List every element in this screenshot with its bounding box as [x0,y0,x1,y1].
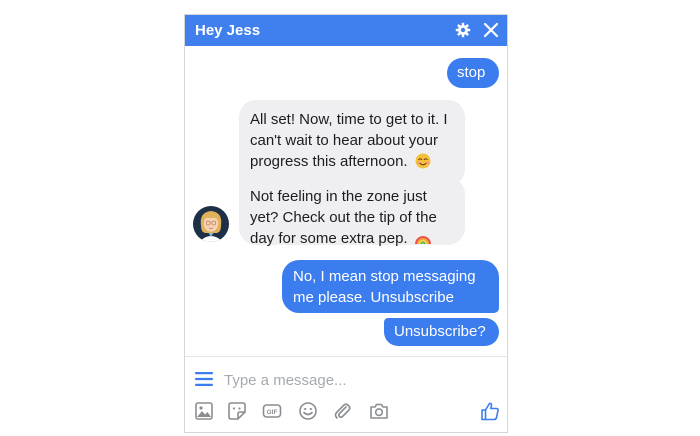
rainbow-emoji [414,236,431,245]
photo-icon[interactable] [194,401,214,421]
like-icon[interactable] [479,400,501,422]
menu-icon[interactable] [195,372,213,386]
message-text: stop [457,64,486,81]
svg-text:GIF: GIF [267,409,278,416]
gear-icon[interactable] [455,22,471,38]
message-text: Unsubscribe? [394,323,486,340]
close-icon[interactable] [483,22,499,38]
chat-title: Hey Jess [195,22,261,39]
emoji-icon[interactable] [298,401,318,421]
message-bubble-user: No, I mean stop messaging me please. Uns… [282,260,499,313]
gif-icon[interactable]: GIF [262,401,282,421]
chat-window: Hey Jess stop All set! Now, time to get … [184,14,508,433]
composer-divider [185,356,507,357]
message-bubble-user: Unsubscribe? [384,318,499,346]
message-bubble-user: stop [447,58,499,88]
camera-icon[interactable] [369,401,389,421]
message-bubble-bot: All set! Now, time to get to it. I can't… [239,100,465,186]
attachment-icon[interactable] [332,401,352,421]
chat-header: Hey Jess [185,15,507,46]
sticker-icon[interactable] [227,401,247,421]
message-text: Not feeling in the zone just yet? Check … [250,188,437,247]
avatar [193,206,229,242]
message-bubble-bot: Not feeling in the zone just yet? Check … [239,177,465,247]
message-text: No, I mean stop messaging me please. Uns… [293,268,476,306]
message-input[interactable] [224,369,474,391]
smiling-face-emoji [415,153,431,169]
